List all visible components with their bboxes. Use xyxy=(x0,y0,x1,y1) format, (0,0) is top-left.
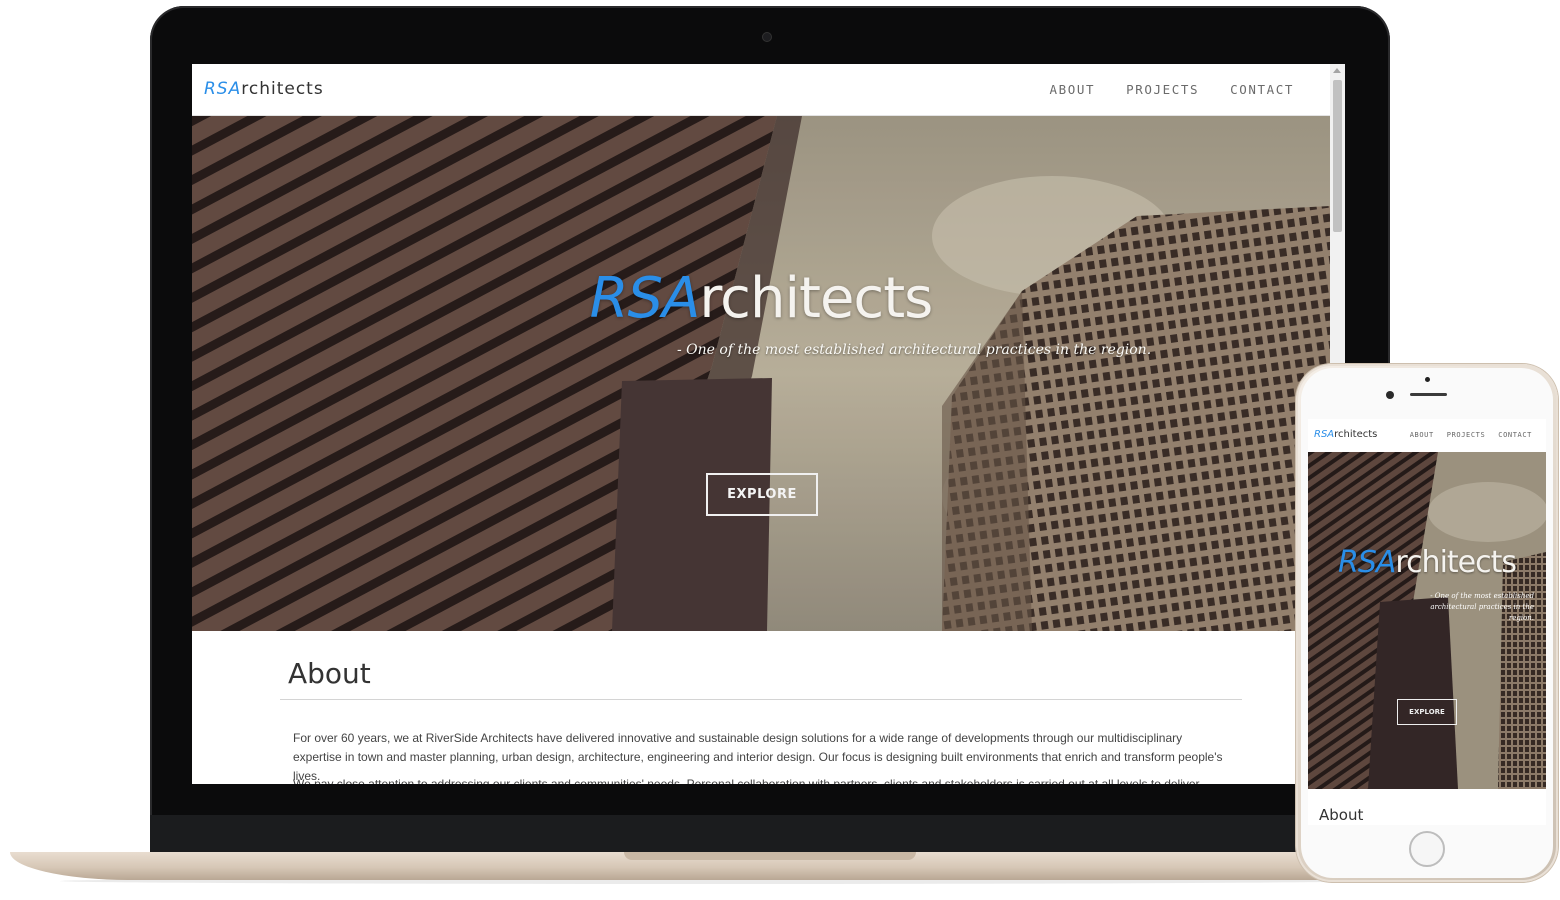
logo-accent: RSA xyxy=(204,79,242,99)
nav-about[interactable]: ABOUT xyxy=(1049,82,1095,97)
phone-home-button[interactable] xyxy=(1409,831,1445,867)
logo-text: rchitects xyxy=(241,79,324,99)
nav-menu: ABOUT PROJECTS CONTACT xyxy=(1049,82,1294,97)
hero-title-text: rchitects xyxy=(699,266,933,331)
phone-sensor xyxy=(1425,377,1430,382)
site-logo[interactable]: RSArchitects xyxy=(204,79,324,99)
hero-title: RSArchitects xyxy=(192,266,1330,331)
phone-explore-button[interactable]: EXPLORE xyxy=(1397,699,1457,725)
phone-nav-menu: ABOUT PROJECTS CONTACT xyxy=(1410,431,1532,439)
phone-hero-title: RSArchitects xyxy=(1308,545,1546,580)
phone-hero-title-accent: RSA xyxy=(1337,545,1396,580)
phone-logo-text: rchitects xyxy=(1334,429,1378,440)
hero-tagline: - One of the most established architectu… xyxy=(677,342,1152,358)
phone-about-heading: About xyxy=(1319,806,1364,824)
scrollbar-thumb[interactable] xyxy=(1333,80,1342,232)
laptop-chin xyxy=(150,815,1390,852)
about-heading: About xyxy=(288,657,371,690)
explore-button[interactable]: EXPLORE xyxy=(706,473,818,516)
site-navbar: RSArchitects ABOUT PROJECTS CONTACT xyxy=(192,64,1330,116)
hero-background-image xyxy=(192,116,1330,631)
hero-section: RSArchitects - One of the most establish… xyxy=(192,116,1330,631)
hero-title-accent: RSA xyxy=(589,266,701,331)
phone-nav-about[interactable]: ABOUT xyxy=(1410,431,1434,439)
about-divider xyxy=(280,699,1242,700)
phone-speaker xyxy=(1410,393,1447,396)
nav-projects[interactable]: PROJECTS xyxy=(1126,82,1199,97)
phone-nav-contact[interactable]: CONTACT xyxy=(1498,431,1532,439)
laptop-camera xyxy=(763,33,771,41)
phone-navbar: RSArchitects ABOUT PROJECTS CONTACT xyxy=(1308,419,1546,453)
phone-camera xyxy=(1386,391,1394,399)
phone-screen: RSArchitects ABOUT PROJECTS CONTACT RSAr… xyxy=(1308,419,1546,825)
nav-contact[interactable]: CONTACT xyxy=(1230,82,1294,97)
phone-logo-accent: RSA xyxy=(1314,429,1335,440)
scroll-up-arrow-icon[interactable] xyxy=(1333,68,1341,73)
phone-hero-title-text: rchitects xyxy=(1395,545,1517,580)
phone-nav-projects[interactable]: PROJECTS xyxy=(1447,431,1486,439)
phone-hero-section: RSArchitects - One of the most establish… xyxy=(1308,452,1546,789)
laptop-notch xyxy=(624,852,916,860)
about-section: About For over 60 years, we at RiverSide… xyxy=(192,631,1330,784)
about-paragraph: We pay close attention to addressing our… xyxy=(293,777,1200,784)
phone-site-logo[interactable]: RSArchitects xyxy=(1314,429,1377,440)
phone-hero-tagline: - One of the most established architectu… xyxy=(1430,592,1534,622)
laptop-screen: RSArchitects ABOUT PROJECTS CONTACT RSAr… xyxy=(192,64,1345,784)
